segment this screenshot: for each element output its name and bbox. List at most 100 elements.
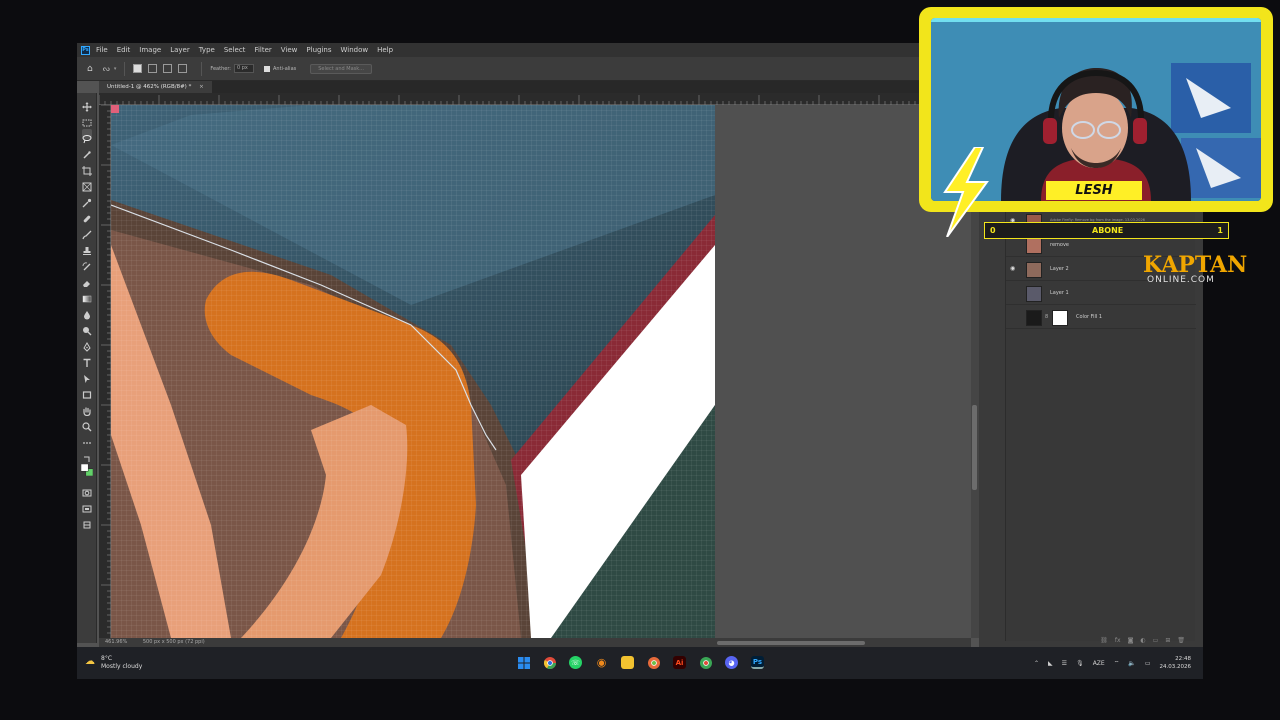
document-tab-row: Untitled-1 @ 462% (RGB/8#) * × — [99, 81, 971, 93]
more-tools-icon[interactable] — [82, 433, 92, 444]
ruler-horizontal — [99, 93, 971, 105]
history-brush-tool-icon[interactable] — [82, 257, 92, 271]
document-tab[interactable]: Untitled-1 @ 462% (RGB/8#) * × — [99, 81, 212, 93]
layer-thumbnail — [1026, 238, 1042, 254]
discord-icon[interactable]: ◕ — [725, 656, 738, 669]
type-tool-icon[interactable] — [82, 353, 92, 367]
document-canvas[interactable] — [111, 105, 715, 638]
battery-icon[interactable]: ▭ — [1145, 660, 1151, 667]
link-icon[interactable]: ⛓ — [1100, 637, 1108, 644]
chrome-icon[interactable] — [543, 656, 556, 669]
photoshop-logo-icon[interactable]: Ps — [81, 45, 90, 55]
zoom-tool-icon[interactable] — [82, 417, 92, 432]
intersect-selection-icon[interactable] — [178, 64, 188, 73]
weather-temperature: 8°C — [101, 655, 113, 662]
new-layer-icon[interactable]: ⊞ — [1165, 637, 1170, 644]
layer-name: remove — [1050, 242, 1069, 248]
pixel-grid — [111, 105, 715, 638]
chrome-alt-icon[interactable] — [647, 656, 660, 669]
subscriber-goal-target: 1 — [1217, 226, 1223, 235]
layer-thumbnail — [1026, 310, 1042, 326]
add-to-selection-icon[interactable] — [148, 64, 158, 73]
marquee-tool-icon[interactable] — [82, 113, 92, 127]
menu-view[interactable]: View — [281, 46, 298, 54]
trash-icon[interactable]: 🗑 — [1177, 637, 1185, 644]
subtract-from-selection-icon[interactable] — [163, 64, 173, 73]
pen-tool-icon[interactable] — [82, 337, 92, 352]
home-icon[interactable]: ⌂ — [87, 64, 93, 74]
document-size: 500 px x 500 px (72 ppi) — [142, 639, 205, 645]
menu-help[interactable]: Help — [377, 46, 393, 54]
path-selection-tool-icon[interactable] — [82, 369, 92, 383]
vertical-scroll-thumb[interactable] — [972, 405, 977, 490]
blur-tool-icon[interactable] — [82, 305, 92, 320]
chevron-down-icon[interactable]: ▾ — [114, 66, 117, 72]
gradient-tool-icon[interactable] — [82, 289, 92, 303]
move-tool-icon[interactable] — [82, 97, 92, 112]
file-explorer-icon[interactable] — [621, 656, 634, 669]
layers-footer: ⛓ fx ◙ ◐ ▭ ⊞ 🗑 — [1005, 634, 1195, 646]
chain-link-icon: 8 — [1045, 314, 1049, 320]
rectangle-tool-icon[interactable] — [82, 385, 92, 399]
edit-toolbar-icon[interactable] — [82, 515, 92, 529]
quick-mask-icon[interactable] — [82, 483, 92, 497]
zoom-level[interactable]: 461.96% — [105, 639, 127, 645]
windows-start-icon[interactable] — [517, 656, 530, 669]
eyedropper-tool-icon[interactable] — [82, 193, 92, 208]
menu-select[interactable]: Select — [224, 46, 246, 54]
healing-brush-tool-icon[interactable] — [82, 209, 92, 223]
color-swatches[interactable] — [80, 461, 94, 477]
hand-tool-icon[interactable] — [82, 401, 92, 417]
dodge-tool-icon[interactable] — [82, 321, 92, 336]
feather-input[interactable]: 0 px — [233, 64, 254, 73]
crop-tool-icon[interactable] — [82, 161, 92, 176]
frame-tool-icon[interactable] — [82, 177, 92, 192]
whatsapp-icon[interactable]: ☏ — [569, 656, 582, 669]
clone-stamp-tool-icon[interactable] — [82, 241, 92, 255]
menu-plugins[interactable]: Plugins — [306, 46, 331, 54]
microphone-icon[interactable]: 🎙 — [1076, 660, 1084, 667]
menu-filter[interactable]: Filter — [254, 46, 271, 54]
clock[interactable]: 22:48 24.03.2026 — [1160, 655, 1192, 671]
photoshop-icon[interactable]: Ps — [751, 656, 764, 669]
menu-layer[interactable]: Layer — [170, 46, 190, 54]
select-and-mask-button[interactable]: Select and Mask... — [310, 63, 372, 74]
layer-mask-thumbnail[interactable] — [1052, 310, 1068, 326]
horizontal-scroll-thumb[interactable] — [717, 641, 865, 645]
separator — [201, 61, 203, 76]
menu-image[interactable]: Image — [139, 46, 161, 54]
illustrator-icon[interactable]: Ai — [673, 656, 686, 669]
menu-window[interactable]: Window — [340, 46, 368, 54]
new-selection-icon[interactable] — [133, 64, 143, 73]
layer-row[interactable]: 8 Color Fill 1 — [1006, 307, 1196, 329]
lasso-tool-preset-icon[interactable]: ᔓ — [103, 64, 110, 73]
volume-icon[interactable]: 🔈 — [1128, 660, 1135, 667]
led-strip — [931, 18, 1261, 22]
screen-mode-icon[interactable] — [82, 499, 92, 513]
close-icon[interactable]: × — [199, 84, 204, 90]
antialias-checkbox[interactable] — [263, 65, 270, 72]
language-indicator[interactable]: AZE — [1093, 660, 1105, 667]
blender-icon[interactable]: ◉ — [595, 656, 608, 669]
menu-edit[interactable]: Edit — [117, 46, 131, 54]
lasso-tool-icon[interactable] — [82, 129, 92, 144]
tray-menu-icon[interactable]: ☰ — [1062, 660, 1067, 667]
menu-type[interactable]: Type — [199, 46, 215, 54]
swap-colors-icon[interactable] — [82, 449, 92, 462]
fx-icon[interactable]: fx — [1115, 637, 1121, 644]
object-selection-tool-icon[interactable] — [82, 145, 92, 159]
group-icon[interactable]: ▭ — [1153, 637, 1159, 644]
wifi-icon[interactable]: ⌔ — [1114, 659, 1120, 667]
chrome-dev-icon[interactable] — [699, 656, 712, 669]
brush-tool-icon[interactable] — [82, 225, 92, 240]
chevron-up-icon[interactable]: ⌃ — [1034, 660, 1039, 667]
eraser-tool-icon[interactable] — [82, 273, 92, 287]
menu-file[interactable]: File — [96, 46, 108, 54]
layer-thumbnail — [1026, 262, 1042, 278]
adjustment-icon[interactable]: ◐ — [1140, 637, 1145, 644]
tray-app-icon[interactable]: ◣ — [1048, 660, 1053, 667]
eye-icon[interactable]: ◉ — [1010, 266, 1018, 272]
subscriber-goal-bar: 0 ABONE 1 — [984, 222, 1229, 239]
separator — [124, 61, 126, 76]
mask-icon[interactable]: ◙ — [1128, 637, 1134, 644]
